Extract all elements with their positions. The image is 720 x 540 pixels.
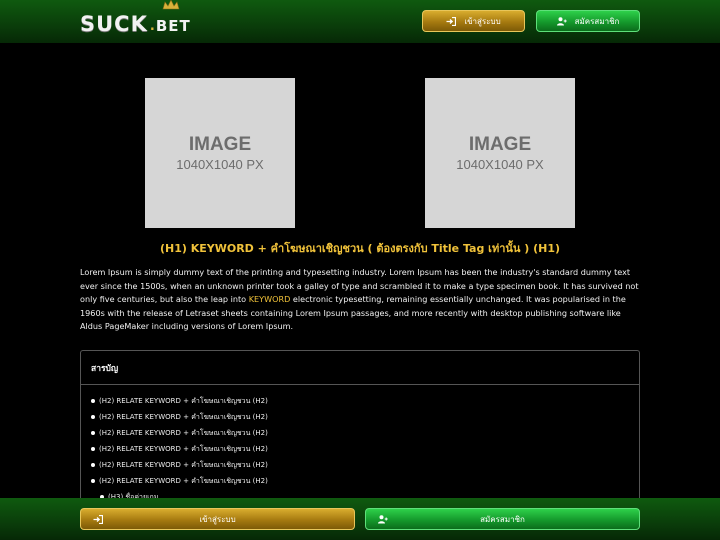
toc-item[interactable]: (H2) RELATE KEYWORD + คำโฆษณาเชิญชวน (H2… <box>81 409 639 425</box>
page-heading: (H1) KEYWORD + คำโฆษณาเชิญชวน ( ต้องตรงก… <box>159 242 561 255</box>
bottom-action-bar: เข้าสู่ระบบ สมัครสมาชิก <box>0 498 720 540</box>
header-register-label: สมัครสมาชิก <box>574 16 620 26</box>
page: SUCK . BET เข้าสู่ระบบ สมัครสมาชิก IMAGE… <box>0 0 720 540</box>
intro-paragraph: Lorem Ipsum is simply dummy text of the … <box>80 266 640 334</box>
image-size: 1040X1040 PX <box>456 156 544 172</box>
toc-item[interactable]: (H2) RELATE KEYWORD + คำโฆษณาเชิญชวน (H2… <box>81 457 639 473</box>
image-title: IMAGE <box>468 133 532 155</box>
bottom-register-label: สมัครสมาชิก <box>480 514 525 524</box>
site-header: SUCK . BET เข้าสู่ระบบ สมัครสมาชิก <box>0 0 720 43</box>
image-title: IMAGE <box>188 133 252 155</box>
logo-text-main: SUCK <box>80 12 148 36</box>
toc-title: สารบัญ <box>81 351 639 385</box>
logo-text-suffix: BET <box>155 17 191 35</box>
sign-in-icon <box>446 16 457 26</box>
image-placeholder-right: IMAGE 1040X1040 PX <box>425 78 575 228</box>
crown-icon <box>162 0 180 10</box>
site-logo[interactable]: SUCK . BET <box>80 0 191 36</box>
bottom-login-button[interactable]: เข้าสู่ระบบ <box>80 508 355 530</box>
user-plus-icon <box>556 16 567 26</box>
toc-list: (H2) RELATE KEYWORD + คำโฆษณาเชิญชวน (H2… <box>81 385 639 505</box>
logo-text-dot: . <box>149 19 155 34</box>
sign-in-icon <box>93 515 103 524</box>
user-plus-icon <box>378 515 388 524</box>
header-register-button[interactable]: สมัครสมาชิก <box>536 10 640 32</box>
toc-item[interactable]: (H2) RELATE KEYWORD + คำโฆษณาเชิญชวน (H2… <box>81 393 639 409</box>
header-login-label: เข้าสู่ระบบ <box>464 16 501 26</box>
image-placeholder-left: IMAGE 1040X1040 PX <box>145 78 295 228</box>
bottom-login-label: เข้าสู่ระบบ <box>199 514 236 524</box>
toc-item[interactable]: (H2) RELATE KEYWORD + คำโฆษณาเชิญชวน (H2… <box>81 441 639 457</box>
toc-item[interactable]: (H2) RELATE KEYWORD + คำโฆษณาเชิญชวน (H2… <box>81 473 639 489</box>
keyword-link[interactable]: KEYWORD <box>249 294 291 304</box>
toc-item[interactable]: (H2) RELATE KEYWORD + คำโฆษณาเชิญชวน (H2… <box>81 425 639 441</box>
image-size: 1040X1040 PX <box>176 156 264 172</box>
bottom-register-button[interactable]: สมัครสมาชิก <box>365 508 640 530</box>
header-login-button[interactable]: เข้าสู่ระบบ <box>422 10 525 32</box>
